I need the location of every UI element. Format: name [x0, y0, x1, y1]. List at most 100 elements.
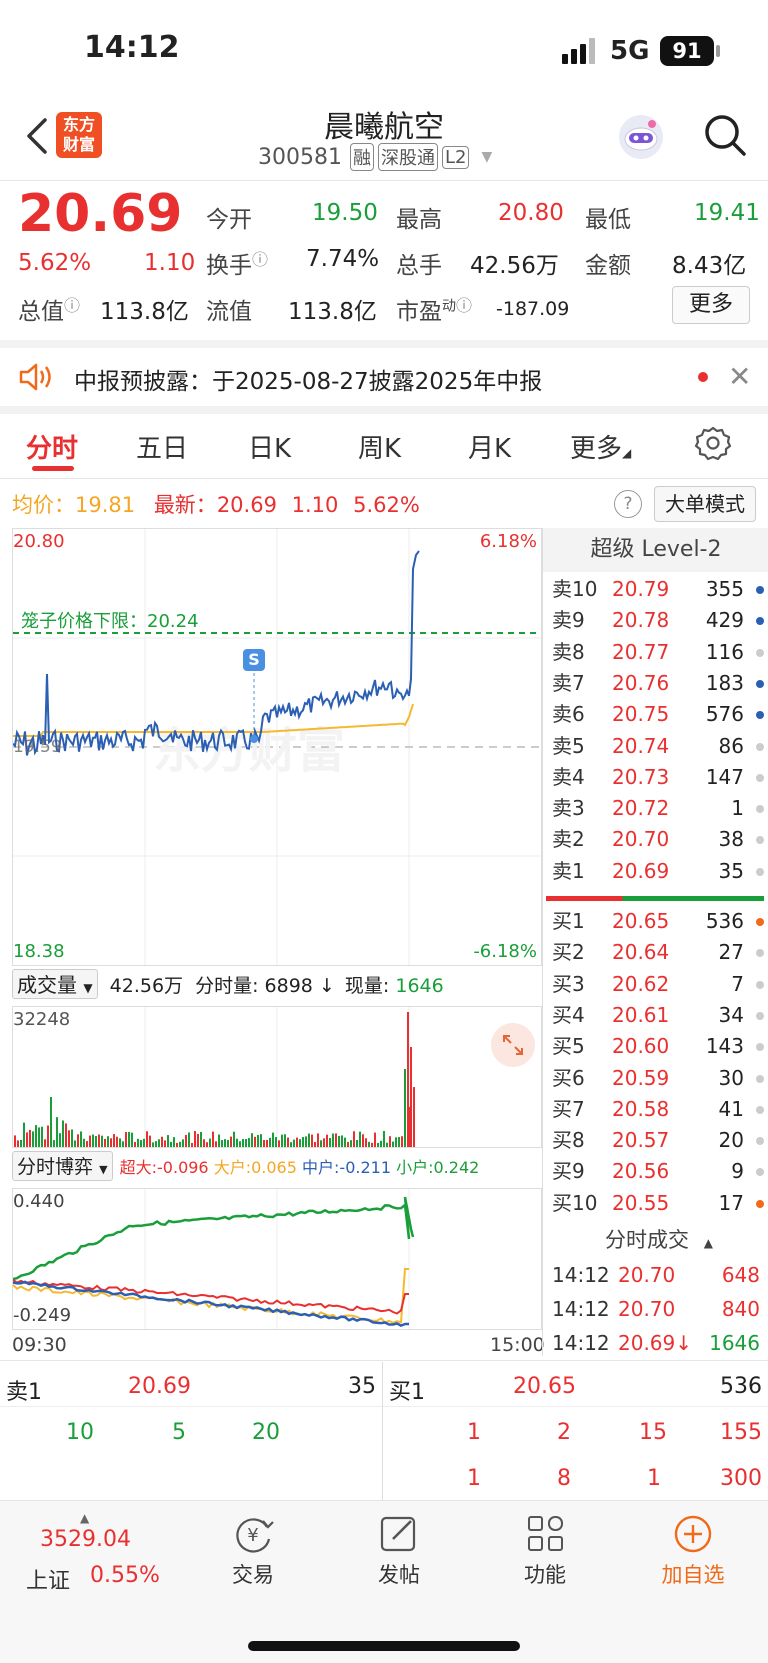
- volume-bar: [182, 1139, 184, 1147]
- turnover-label: 换手ⓘ: [206, 246, 268, 280]
- ask-row[interactable]: 卖9 20.78 429: [550, 605, 768, 636]
- bid-row[interactable]: 买1 20.65 536: [550, 906, 768, 937]
- volume-bar: [65, 1123, 67, 1147]
- battery-level: 91: [672, 39, 702, 63]
- bid-row[interactable]: 买6 20.59 30: [550, 1063, 768, 1094]
- tick-price: 20.70: [618, 1297, 676, 1321]
- nav-add-watchlist[interactable]: 加自选: [650, 1513, 736, 1599]
- volume-bar: [239, 1141, 241, 1147]
- order-dot: [756, 836, 764, 845]
- big-order-mode-button[interactable]: 大单模式: [654, 486, 756, 522]
- bid-volume: 9: [731, 1159, 744, 1184]
- bid-order: 2: [557, 1420, 571, 1445]
- volume-bar: [356, 1140, 358, 1147]
- tab-intraday[interactable]: 分时: [26, 428, 78, 465]
- volume-bar: [200, 1132, 202, 1147]
- caret-up-icon: ▲: [703, 1236, 713, 1250]
- more-button[interactable]: 更多: [672, 286, 750, 324]
- tab-five-day[interactable]: 五日: [136, 428, 188, 465]
- volume-bar: [74, 1140, 76, 1147]
- volume-bar: [116, 1136, 118, 1147]
- volume-bar: [281, 1134, 283, 1147]
- stock-code-row[interactable]: 300581 融 深股通 L2 ▼: [258, 142, 492, 172]
- tick-volume: 648: [721, 1263, 760, 1287]
- bid-row[interactable]: 买2 20.64 27: [550, 937, 768, 968]
- order-dot: [756, 805, 764, 814]
- volume-bar: [305, 1136, 307, 1147]
- volume-bar: [197, 1133, 199, 1147]
- ask-row[interactable]: 卖3 20.72 1: [550, 793, 768, 824]
- open-label: 今开: [206, 207, 252, 233]
- ask-row[interactable]: 卖5 20.74 86: [550, 731, 768, 762]
- volume-selector[interactable]: 成交量 ▼: [12, 969, 98, 999]
- ask-row[interactable]: 卖7 20.76 183: [550, 668, 768, 699]
- volume-bar: [110, 1138, 112, 1147]
- order-dot: [756, 1074, 764, 1083]
- volume-bar: [341, 1135, 343, 1147]
- bid-row[interactable]: 买4 20.61 34: [550, 1000, 768, 1031]
- volume-bar: [302, 1137, 304, 1147]
- ask-row[interactable]: 卖8 20.77 116: [550, 637, 768, 668]
- ticks-title-bar[interactable]: 分时成交 ▲: [550, 1222, 768, 1258]
- queue-bid-price: 20.65: [513, 1374, 576, 1399]
- ask-row[interactable]: 卖1 20.69 35: [550, 856, 768, 887]
- nav-post[interactable]: 发帖: [366, 1513, 432, 1599]
- tab-daily-k[interactable]: 日K: [248, 428, 291, 465]
- ask-row[interactable]: 卖10 20.79 355: [550, 574, 768, 605]
- pct-min-label: -6.18%: [473, 941, 537, 962]
- ask-volume: 183: [705, 670, 744, 695]
- volume-bar: [413, 1087, 415, 1147]
- notice-bar[interactable]: 中报预披露：于2025-08-27披露2025年中报 ✕: [0, 348, 768, 406]
- volume-chart[interactable]: 32248: [12, 1006, 542, 1148]
- bid-row[interactable]: 买3 20.62 7: [550, 969, 768, 1000]
- index-widget[interactable]: ▲ 3529.04 上证 0.55%: [20, 1511, 170, 1601]
- robot-avatar-icon[interactable]: [616, 112, 666, 162]
- flow-chart[interactable]: 0.440 -0.249: [12, 1188, 542, 1330]
- tick-row: 14:12 20.70 840: [550, 1292, 768, 1326]
- volume-bar: [359, 1131, 361, 1147]
- orderbook-title[interactable]: 超级 Level-2: [543, 528, 768, 572]
- volume-bar: [257, 1134, 259, 1147]
- volume-bar: [167, 1135, 169, 1147]
- bid-row[interactable]: 买5 20.60 143: [550, 1031, 768, 1062]
- nav-trade[interactable]: ¥ 交易: [220, 1513, 286, 1599]
- volume-bar: [164, 1140, 166, 1147]
- ask-row[interactable]: 卖2 20.70 38: [550, 824, 768, 855]
- tab-weekly-k[interactable]: 周K: [358, 428, 401, 465]
- bid-row[interactable]: 买10 20.55 17: [550, 1188, 768, 1219]
- signal-badge[interactable]: S: [243, 649, 265, 671]
- bid-price: 20.64: [612, 940, 670, 965]
- volume-bar: [251, 1133, 253, 1147]
- help-icon[interactable]: ?: [614, 490, 642, 518]
- volume-bar: [299, 1139, 301, 1147]
- volume-bar: [122, 1141, 124, 1147]
- bid-row[interactable]: 买9 20.56 9: [550, 1156, 768, 1187]
- ask-row[interactable]: 卖6 20.75 576: [550, 699, 768, 730]
- total-volume: 42.56万: [109, 975, 184, 997]
- info-icon[interactable]: ⓘ: [456, 296, 472, 315]
- flow-selector[interactable]: 分时博弈 ▼: [12, 1151, 113, 1181]
- bid-row[interactable]: 买8 20.57 20: [550, 1125, 768, 1156]
- volume-bar: [389, 1136, 391, 1147]
- ask-price: 20.74: [612, 733, 670, 758]
- close-icon[interactable]: ✕: [728, 360, 751, 393]
- tick-time: 14:12: [552, 1297, 610, 1321]
- bid-row[interactable]: 买7 20.58 41: [550, 1094, 768, 1125]
- big-value: 0.065: [251, 1158, 297, 1177]
- nav-function[interactable]: 功能: [512, 1513, 578, 1599]
- settings-gear-icon[interactable]: [694, 424, 732, 462]
- ask-row[interactable]: 卖4 20.73 147: [550, 762, 768, 793]
- expand-icon[interactable]: [491, 1023, 535, 1067]
- volume-bar: [233, 1131, 235, 1147]
- ask-price: 20.70: [612, 827, 670, 852]
- status-time: 14:12: [84, 30, 180, 65]
- info-icon[interactable]: ⓘ: [252, 250, 268, 269]
- info-icon[interactable]: ⓘ: [64, 296, 80, 315]
- tab-monthly-k[interactable]: 月K: [468, 428, 511, 465]
- price-chart[interactable]: 东方财富 20.80 6.18% 18.38 -6.18% 19.59 笼子价格…: [12, 528, 542, 966]
- volume-bar: [221, 1140, 223, 1147]
- bid-price: 20.55: [612, 1190, 670, 1215]
- search-icon[interactable]: [700, 110, 750, 160]
- volume-bar: [17, 1140, 19, 1147]
- tab-more[interactable]: 更多◢: [570, 428, 631, 465]
